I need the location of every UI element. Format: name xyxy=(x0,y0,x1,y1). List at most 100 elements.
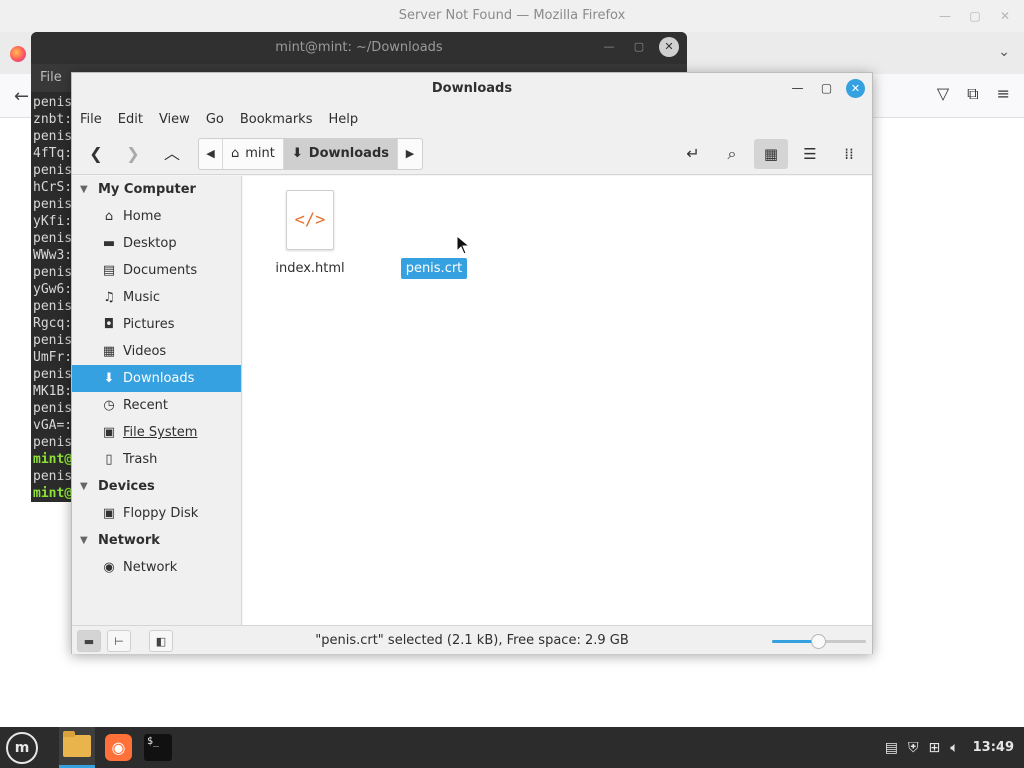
sidebar-item-floppy-disk[interactable]: ▣ Floppy Disk xyxy=(72,500,241,527)
chevron-right-icon: ❯ xyxy=(126,144,140,163)
home-icon: ⌂ xyxy=(231,146,240,161)
system-tray: ▤ ⛨ ⊞ 🔈︎ 13:49 xyxy=(885,727,1014,768)
volume-icon[interactable]: 🔈︎ xyxy=(950,740,958,756)
sidebar-item-label: Videos xyxy=(123,344,167,359)
path-segment-label: mint xyxy=(245,146,275,161)
terminal-close-button[interactable]: ✕ xyxy=(659,37,679,57)
trash-icon: ▯ xyxy=(105,452,113,467)
sidebar-item-label: Network xyxy=(123,560,178,575)
expander-triangle-icon: ▼ xyxy=(80,535,88,546)
chevron-down-icon[interactable]: ⌄ xyxy=(998,44,1010,60)
clipboard-icon[interactable]: ▤ xyxy=(885,740,898,756)
taskbar-app-files[interactable] xyxy=(59,727,95,768)
firefox-tab-favicon-icon[interactable] xyxy=(10,46,26,62)
sidebar-item-recent[interactable]: ◷ Recent xyxy=(72,392,241,419)
sidebar-item-label: File System xyxy=(123,425,198,440)
sidebar-section-label: Network xyxy=(98,533,160,548)
mint-menu-button[interactable]: m xyxy=(6,732,38,764)
sidebar-item-desktop[interactable]: ▬ Desktop xyxy=(72,230,241,257)
menu-go[interactable]: Go xyxy=(206,112,232,127)
sidebar-section-header[interactable]: ▼ Devices xyxy=(72,473,241,500)
fm-minimize-button[interactable]: — xyxy=(788,79,807,98)
zoom-slider[interactable] xyxy=(772,634,866,649)
network-icon[interactable]: ⊞ xyxy=(928,740,940,756)
zoom-slider-handle[interactable] xyxy=(811,634,826,649)
menu-file[interactable]: File xyxy=(80,112,110,127)
sidebar-item-home[interactable]: ⌂ Home xyxy=(72,203,241,230)
search-button[interactable]: ⌕ xyxy=(716,139,748,169)
fm-maximize-button[interactable]: ▢ xyxy=(817,79,836,98)
extensions-icon[interactable]: ⧉ xyxy=(967,84,978,104)
firefox-titlebar: Server Not Found — Mozilla Firefox — ▢ ✕ xyxy=(0,0,1024,32)
download-arrow-icon: ⬇ xyxy=(103,371,115,386)
hamburger-menu-icon[interactable]: ≡ xyxy=(997,84,1010,104)
sidebar-item-label: Recent xyxy=(123,398,168,413)
status-bar: ▬ ⊢ ◧ "penis.crt" selected (2.1 kB), Fre… xyxy=(72,625,872,654)
taskbar-app-firefox[interactable]: ◉ xyxy=(100,727,136,768)
up-button[interactable]: ︿ xyxy=(156,139,188,169)
globe-icon: ◉ xyxy=(103,560,115,575)
firefox-maximize-button[interactable]: ▢ xyxy=(964,0,986,32)
compact-view-button[interactable]: ⁞⁞ xyxy=(832,139,866,169)
clock[interactable]: 13:49 xyxy=(973,740,1014,755)
menu-bookmarks[interactable]: Bookmarks xyxy=(240,112,321,127)
sidebar-item-file-system[interactable]: ▣ File System xyxy=(72,419,241,446)
menu-help[interactable]: Help xyxy=(328,112,366,127)
search-icon: ⌕ xyxy=(727,144,737,163)
sidebar-item-label: Desktop xyxy=(123,236,177,251)
mouse-pointer-icon xyxy=(456,235,470,255)
sidebar-item-trash[interactable]: ▯ Trash xyxy=(72,446,241,473)
menu-view[interactable]: View xyxy=(159,112,198,127)
file-view[interactable]: </> index.html penis.crt xyxy=(243,176,872,625)
triangle-right-icon: ▶ xyxy=(405,147,415,160)
film-icon: ▦ xyxy=(102,344,116,359)
expander-triangle-icon: ▼ xyxy=(80,184,88,195)
toggle-location-button[interactable]: ↵ xyxy=(677,139,709,169)
drive-icon: ▣ xyxy=(102,425,116,440)
file-name-selected: penis.crt xyxy=(400,258,468,279)
location-entry-icon: ↵ xyxy=(686,144,700,163)
terminal-window-title: mint@mint: ~/Downloads xyxy=(275,40,443,55)
path-segment-downloads[interactable]: ⬇ Downloads xyxy=(283,139,398,169)
sidebar-item-downloads[interactable]: ⬇ Downloads xyxy=(72,365,241,392)
sidebar-item-label: Home xyxy=(123,209,162,224)
terminal-minimize-button[interactable]: — xyxy=(599,37,619,57)
sidebar-item-label: Pictures xyxy=(123,317,175,332)
menu-edit[interactable]: Edit xyxy=(118,112,151,127)
sidebar-section-header[interactable]: ▼ Network xyxy=(72,527,241,554)
terminal-maximize-button[interactable]: ▢ xyxy=(629,37,649,57)
list-view-button[interactable]: ☰ xyxy=(793,139,827,169)
shield-icon[interactable]: ⛨ xyxy=(908,740,919,756)
chevron-left-icon: ❮ xyxy=(89,144,103,163)
pocket-icon[interactable]: ▽ xyxy=(937,84,949,104)
sidebar-item-music[interactable]: ♫ Music xyxy=(72,284,241,311)
chevron-up-icon: ︿ xyxy=(163,144,180,163)
back-button[interactable]: ❮ xyxy=(80,139,112,169)
firefox-close-button[interactable]: ✕ xyxy=(994,0,1016,32)
sidebar-item-network[interactable]: ◉ Network xyxy=(72,554,241,581)
sidebar-item-documents[interactable]: ▤ Documents xyxy=(72,257,241,284)
path-segment-home[interactable]: ⌂ mint xyxy=(223,139,284,169)
sidebar-item-pictures[interactable]: ◘ Pictures xyxy=(72,311,241,338)
path-segment-label: Downloads xyxy=(308,146,389,161)
sidebar-item-videos[interactable]: ▦ Videos xyxy=(72,338,241,365)
firefox-minimize-button[interactable]: — xyxy=(934,0,956,32)
taskbar-app-terminal[interactable]: $_ xyxy=(140,727,176,768)
file-item-index-html[interactable]: </> index.html xyxy=(265,190,355,279)
clock-icon: ◷ xyxy=(103,398,115,413)
forward-button[interactable]: ❯ xyxy=(117,139,149,169)
firefox-icon: ◉ xyxy=(105,734,132,761)
mint-logo-icon: m xyxy=(14,740,30,756)
sidebar-item-label: Floppy Disk xyxy=(123,506,199,521)
terminal-menu-file[interactable]: File xyxy=(40,70,62,85)
back-arrow-icon[interactable]: ← xyxy=(14,86,29,107)
compact-view-icon: ⁞⁞ xyxy=(844,145,854,163)
desktop-icon: ▬ xyxy=(102,236,116,251)
icon-view-button[interactable]: ▦ xyxy=(754,139,788,169)
path-scroll-left-button[interactable]: ◀ xyxy=(199,139,223,169)
path-scroll-right-button[interactable]: ▶ xyxy=(398,139,422,169)
floppy-icon: ▣ xyxy=(102,506,116,521)
sidebar-section-header[interactable]: ▼ My Computer xyxy=(72,176,241,203)
fm-close-button[interactable]: ✕ xyxy=(846,79,865,98)
path-bar: ◀ ⌂ mint ⬇ Downloads ▶ xyxy=(198,138,423,170)
